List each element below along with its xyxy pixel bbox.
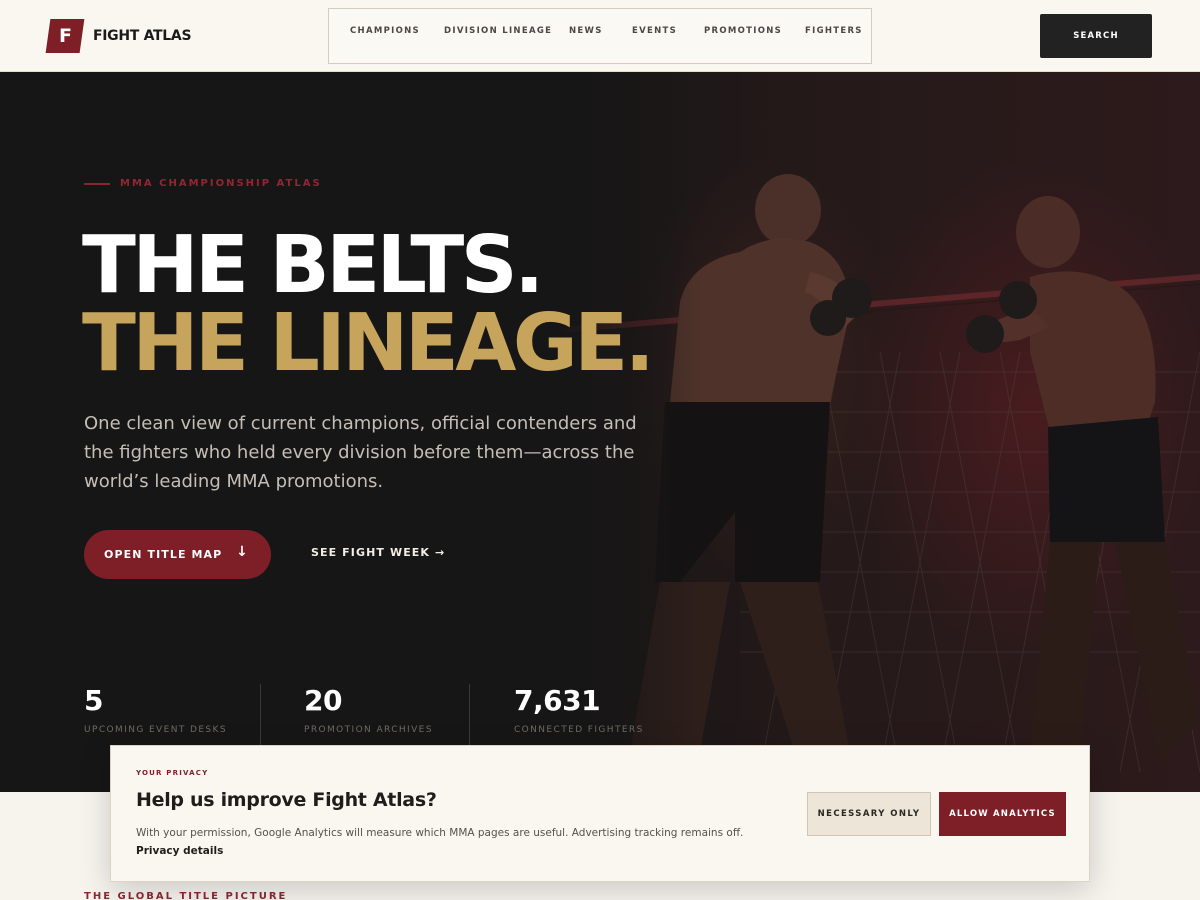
logo-mark: F bbox=[45, 19, 85, 53]
logo[interactable]: F FIGHT ATLAS bbox=[45, 19, 192, 53]
allow-analytics-button[interactable]: ALLOW ANALYTICS bbox=[939, 792, 1066, 836]
site-header: F FIGHT ATLAS CHAMPIONS DIVISION LINEAGE… bbox=[0, 0, 1200, 72]
nav-fighters[interactable]: FIGHTERS bbox=[805, 26, 863, 36]
headline-line-2: THE LINEAGE. bbox=[82, 297, 655, 389]
stat-value: 7,631 bbox=[514, 684, 601, 717]
nav-events[interactable]: EVENTS bbox=[632, 26, 677, 36]
necessary-only-button[interactable]: NECESSARY ONLY bbox=[807, 792, 931, 836]
search-button[interactable]: SEARCH bbox=[1040, 14, 1152, 58]
stat-value: 20 bbox=[304, 684, 342, 717]
open-title-map-button[interactable]: OPEN TITLE MAP ↓ bbox=[84, 530, 271, 579]
section-label-global-title: THE GLOBAL TITLE PICTURE bbox=[84, 891, 288, 900]
stat-promotion-archives: 20 PROMOTION ARCHIVES bbox=[304, 684, 433, 735]
fighters-illustration bbox=[560, 72, 1200, 792]
arrow-down-icon: ↓ bbox=[236, 544, 249, 560]
consent-eyebrow: YOUR PRIVACY bbox=[136, 769, 209, 777]
cookie-consent-banner: YOUR PRIVACY Help us improve Fight Atlas… bbox=[110, 745, 1090, 882]
logo-text: FIGHT ATLAS bbox=[93, 28, 192, 44]
hero-lead: One clean view of current champions, off… bbox=[84, 413, 637, 492]
consent-title: Help us improve Fight Atlas? bbox=[136, 789, 437, 811]
headline-line-1: THE BELTS. bbox=[82, 219, 544, 311]
stat-value: 5 bbox=[84, 684, 103, 717]
open-title-map-label: OPEN TITLE MAP bbox=[104, 548, 223, 561]
stat-label: PROMOTION ARCHIVES bbox=[304, 725, 433, 735]
nav-champions[interactable]: CHAMPIONS bbox=[350, 26, 420, 36]
hero-eyebrow: MMA CHAMPIONSHIP ATLAS bbox=[84, 178, 322, 189]
stat-divider bbox=[469, 684, 470, 754]
consent-text: With your permission, Google Analytics w… bbox=[136, 827, 744, 839]
logo-letter: F bbox=[58, 25, 72, 47]
hero: MMA CHAMPIONSHIP ATLAS THE BELTS. THE LI… bbox=[0, 72, 1200, 792]
eyebrow-rule bbox=[84, 182, 110, 185]
see-fight-week-link[interactable]: SEE FIGHT WEEK → bbox=[311, 546, 445, 559]
consent-body: With your permission, Google Analytics w… bbox=[136, 824, 786, 860]
stat-connected-fighters: 7,631 CONNECTED FIGHTERS bbox=[514, 684, 644, 735]
stat-event-desks: 5 UPCOMING EVENT DESKS bbox=[84, 684, 227, 735]
eyebrow-text: MMA CHAMPIONSHIP ATLAS bbox=[120, 178, 322, 189]
nav-division-lineage[interactable]: DIVISION LINEAGE bbox=[444, 26, 552, 36]
hero-headline: THE BELTS. THE LINEAGE. bbox=[82, 219, 655, 389]
stat-label: UPCOMING EVENT DESKS bbox=[84, 725, 227, 735]
privacy-details-link[interactable]: Privacy details bbox=[136, 845, 223, 857]
nav-promotions[interactable]: PROMOTIONS bbox=[704, 26, 782, 36]
main-nav: CHAMPIONS DIVISION LINEAGE NEWS EVENTS P… bbox=[328, 8, 872, 64]
stat-divider bbox=[260, 684, 261, 754]
nav-news[interactable]: NEWS bbox=[569, 26, 603, 36]
stat-label: CONNECTED FIGHTERS bbox=[514, 725, 644, 735]
